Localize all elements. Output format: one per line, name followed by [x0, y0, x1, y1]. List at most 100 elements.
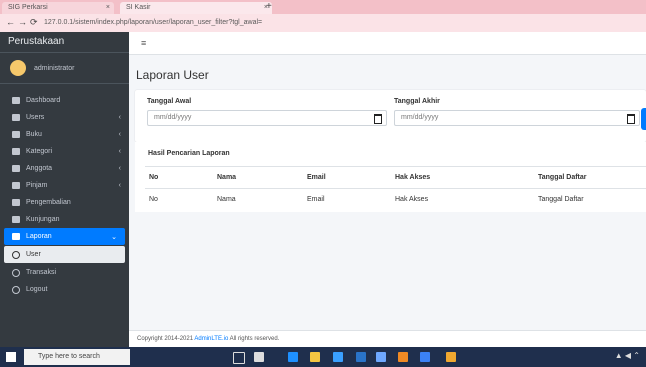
tanggal-awal-input[interactable]: mm/dd/yyyy	[147, 110, 387, 126]
sidebar-item-label: Buku	[26, 131, 42, 138]
results-table: No Nama Email Hak Akses Tanggal Daftar N…	[145, 166, 646, 210]
calendar-icon[interactable]	[627, 114, 635, 124]
date-placeholder: mm/dd/yyyy	[401, 114, 439, 121]
edge-icon[interactable]	[288, 352, 298, 362]
table-cell: Tanggal Daftar	[534, 188, 646, 210]
windows-start-icon[interactable]	[6, 352, 16, 362]
reload-icon[interactable]: ⟳	[30, 17, 38, 28]
users-icon	[12, 114, 20, 121]
table-row: No Nama Email Hak Akses Tanggal Daftar	[145, 188, 646, 210]
url-field[interactable]: 127.0.0.1/sistem/index.php/laporan/user/…	[44, 17, 640, 29]
return-icon	[12, 199, 20, 206]
column-header: Email	[303, 166, 391, 189]
chevron-left-icon: ‹	[118, 114, 121, 121]
sidebar-item-logout[interactable]: Logout	[0, 281, 129, 298]
copyright-text: Copyright 2014-2021	[137, 336, 194, 342]
taskbar-search[interactable]: Type here to search	[24, 349, 130, 365]
borrow-icon	[12, 182, 20, 189]
sidebar-item-label: Anggota	[26, 165, 53, 172]
sidebar-item-buku[interactable]: Buku ‹	[0, 126, 129, 143]
app-icon[interactable]	[420, 352, 430, 362]
sidebar-subitem-user[interactable]: User	[4, 246, 125, 263]
tanggal-akhir-label: Tanggal Akhir	[394, 98, 440, 105]
column-header: Tanggal Daftar	[534, 166, 646, 189]
app-icon[interactable]	[446, 352, 456, 362]
browser-tab-bar: SIG Perkarsi × SI Kasir × +	[0, 0, 646, 14]
date-placeholder: mm/dd/yyyy	[154, 114, 192, 121]
tab-title: SIG Perkarsi	[8, 4, 48, 11]
brand-title[interactable]: Perustakaan	[0, 32, 129, 53]
sidebar-item-label: Users	[26, 114, 45, 121]
sidebar-item-kunjungan[interactable]: Kunjungan	[0, 211, 129, 228]
filter-card: Tanggal Awal mm/dd/yyyy Tanggal Akhir mm…	[135, 90, 646, 142]
footer-link[interactable]: AdminLTE.io	[194, 336, 228, 342]
dashboard-icon	[12, 97, 20, 104]
new-tab-icon[interactable]: +	[266, 1, 272, 12]
app-icon[interactable]	[376, 352, 386, 362]
category-icon	[12, 148, 20, 155]
calendar-icon[interactable]	[374, 114, 382, 124]
sidebar-item-dashboard[interactable]: Dashboard	[0, 92, 129, 109]
browser-tab-active[interactable]: SI Kasir ×	[120, 2, 272, 14]
app-icon[interactable]	[254, 352, 264, 362]
task-view-icon[interactable]	[233, 352, 245, 364]
sidebar-item-label: Pinjam	[26, 182, 48, 189]
results-card: Hasil Pencarian Laporan No Nama Email Ha…	[135, 142, 646, 212]
close-tab-icon[interactable]: ×	[106, 2, 110, 14]
mail-icon[interactable]	[356, 352, 366, 362]
app-icon[interactable]	[398, 352, 408, 362]
forward-icon[interactable]: →	[18, 17, 27, 27]
sidebar-item-label: Laporan	[26, 233, 52, 240]
tab-title: SI Kasir	[126, 4, 151, 11]
table-cell: Nama	[213, 188, 303, 210]
rights-text: All rights reserved.	[229, 336, 280, 342]
table-cell: Email	[303, 188, 391, 210]
column-header: No	[145, 166, 213, 189]
sidebar-item-pengembalian[interactable]: Pengembalian	[0, 194, 129, 211]
sidebar-item-label: Transaksi	[26, 269, 57, 276]
user-name: administrator	[34, 64, 75, 72]
back-icon[interactable]: ←	[6, 17, 15, 27]
chevron-left-icon: ‹	[118, 148, 121, 155]
book-icon	[12, 131, 20, 138]
member-icon	[12, 165, 20, 172]
sidebar-item-pinjam[interactable]: Pinjam ‹	[0, 177, 129, 194]
menu-toggle-icon[interactable]: ≡	[141, 38, 146, 48]
windows-taskbar: Type here to search ▲ ◀ ⌃	[0, 347, 646, 367]
table-cell: Hak Akses	[391, 188, 534, 210]
tanggal-awal-label: Tanggal Awal	[147, 98, 192, 105]
filter-button[interactable]	[641, 108, 646, 130]
chevron-down-icon: ⌄	[111, 233, 117, 241]
chevron-left-icon: ‹	[118, 131, 121, 138]
sidebar-item-label: Kunjungan	[26, 216, 60, 223]
system-tray[interactable]: ▲ ◀ ⌃	[615, 351, 640, 360]
circle-icon	[12, 250, 20, 259]
sidebar-item-laporan[interactable]: Laporan ⌄	[4, 228, 125, 245]
report-icon	[12, 233, 20, 240]
sidebar-item-label: Kategori	[26, 148, 53, 155]
tanggal-akhir-input[interactable]: mm/dd/yyyy	[394, 110, 640, 126]
browser-tab[interactable]: SIG Perkarsi ×	[2, 2, 114, 14]
address-bar-row: ← → ⟳ 127.0.0.1/sistem/index.php/laporan…	[0, 14, 646, 33]
circle-icon	[12, 285, 20, 294]
sidebar-item-kategori[interactable]: Kategori ‹	[0, 143, 129, 160]
results-title: Hasil Pencarian Laporan	[148, 150, 230, 157]
sidebar-item-label: Pengembalian	[26, 199, 71, 206]
column-header: Nama	[213, 166, 303, 189]
avatar	[10, 60, 26, 76]
circle-icon	[12, 268, 20, 277]
sidebar: Perustakaan administrator Dashboard User…	[0, 32, 129, 347]
sidebar-item-label: User	[26, 251, 41, 258]
user-panel[interactable]: administrator	[0, 53, 129, 84]
table-header-row: No Nama Email Hak Akses Tanggal Daftar	[145, 166, 646, 189]
column-header: Hak Akses	[391, 166, 534, 189]
sidebar-item-users[interactable]: Users ‹	[0, 109, 129, 126]
chevron-left-icon: ‹	[118, 182, 121, 189]
file-explorer-icon[interactable]	[310, 352, 320, 362]
top-navbar: ≡	[129, 32, 646, 55]
table-cell: No	[145, 188, 213, 210]
app-icon[interactable]	[333, 352, 343, 362]
visit-icon	[12, 216, 20, 223]
sidebar-item-anggota[interactable]: Anggota ‹	[0, 160, 129, 177]
sidebar-subitem-transaksi[interactable]: Transaksi	[0, 264, 129, 281]
